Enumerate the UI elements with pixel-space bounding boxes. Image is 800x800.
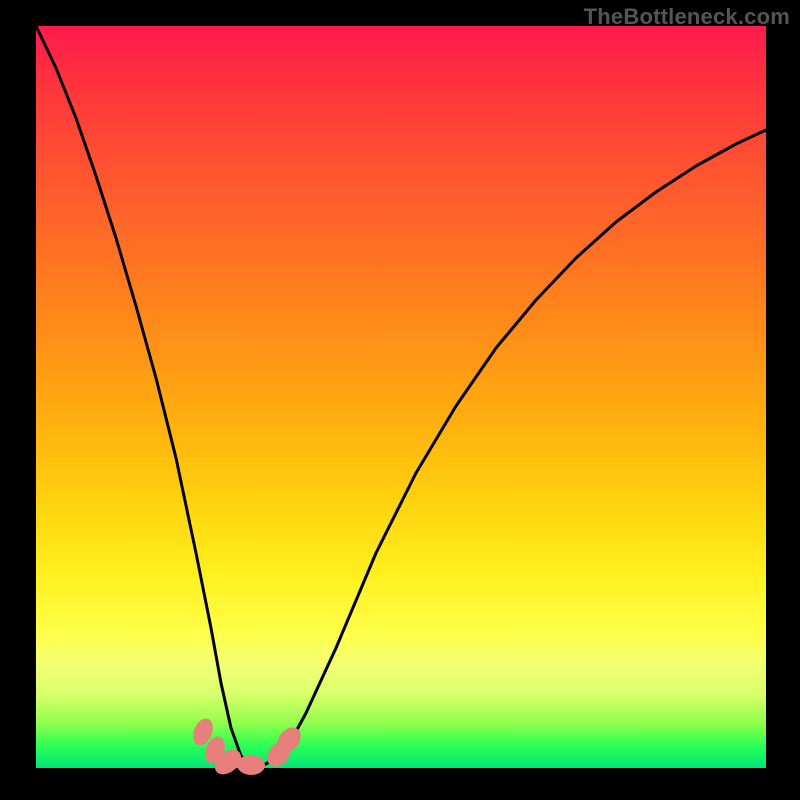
plot-area: [36, 26, 766, 768]
watermark-text: TheBottleneck.com: [584, 4, 790, 30]
bottleneck-chart: [36, 26, 766, 768]
chart-frame: TheBottleneck.com: [0, 0, 800, 800]
curve-path: [36, 26, 766, 764]
